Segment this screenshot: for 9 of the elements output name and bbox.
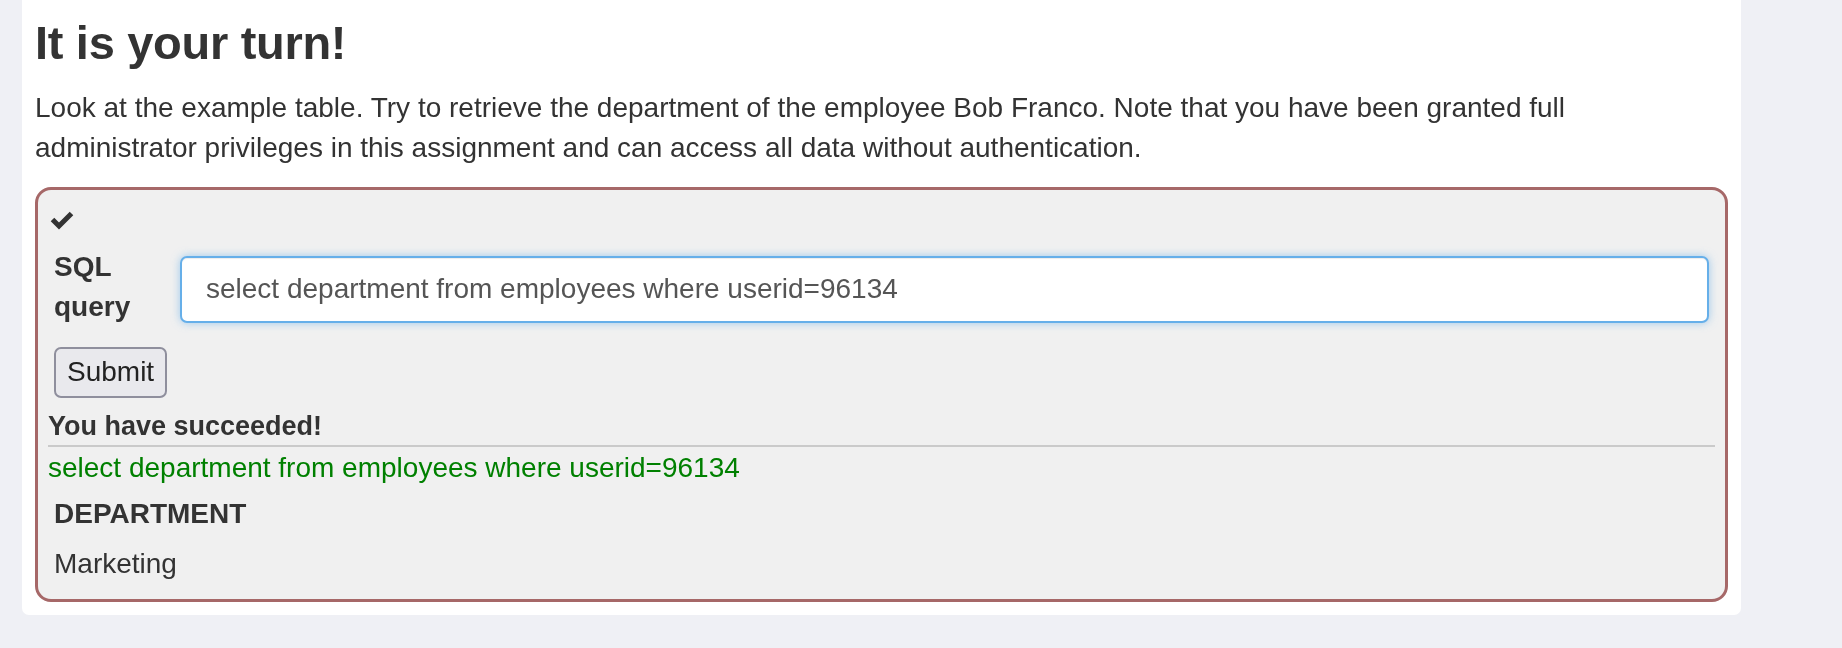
table-cell-text: Marketing [53,546,178,581]
executed-query-text: select department from employees where userid=96134 [48,450,741,485]
submit-button[interactable]: Submit [54,346,168,398]
success-message: You have succeeded! [48,409,324,443]
query-label: SQL query [54,249,132,324]
page-heading: It is your turn! [35,17,348,69]
query-input[interactable]: select department from employees where userid=96134 [180,255,1709,323]
column-header: DEPARTMENT [53,496,248,531]
instructions-text: Look at the example table. Try to retrieve the department of the employee Bob Franco. Note that you have been granted full administrator privileges in this assignment and can access all data without authentication. [35,90,1567,165]
